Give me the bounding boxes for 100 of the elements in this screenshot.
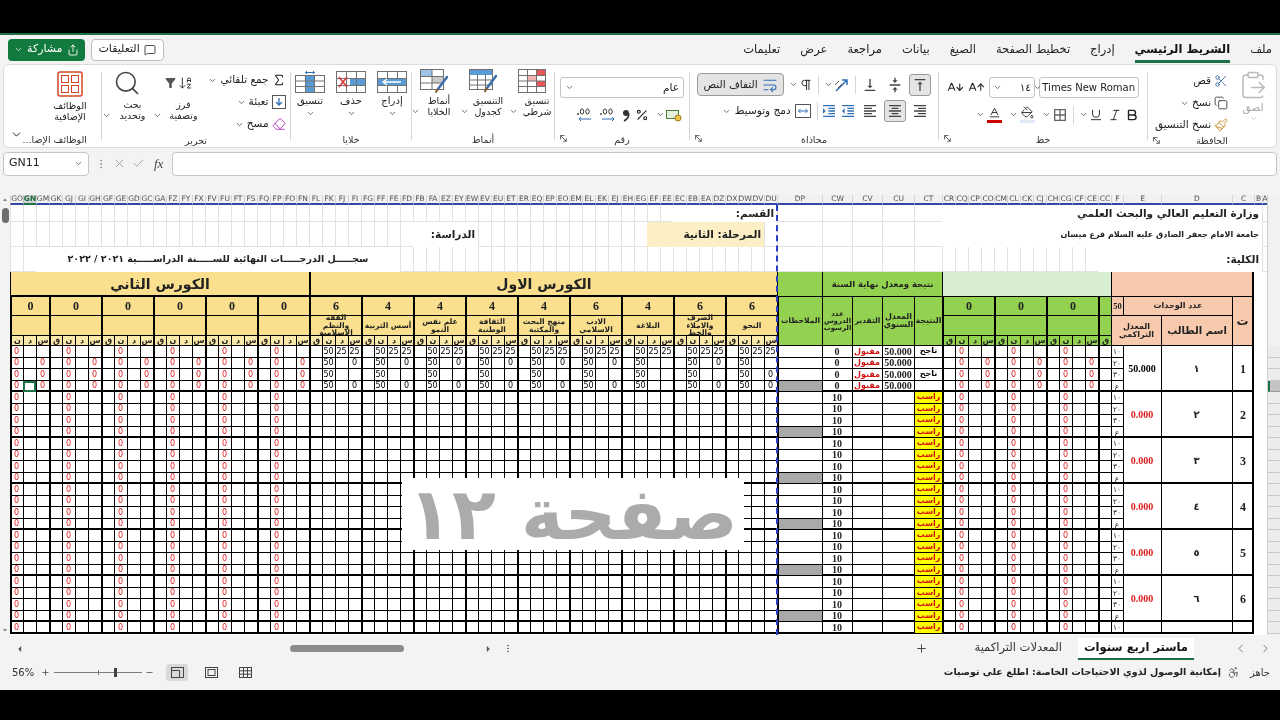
increase-decimal-icon[interactable] (599, 107, 617, 122)
ribbon-tab[interactable]: الصيغ (949, 39, 976, 63)
delete-cells-icon (336, 71, 366, 93)
table-cell-text: 0 (1087, 357, 1096, 369)
table-header: 0 (257, 297, 309, 316)
sheet-tab[interactable]: ماستر اربع سنوات (1077, 637, 1194, 660)
ribbon-tab[interactable]: عرض (800, 39, 828, 63)
caret-icon (305, 109, 315, 118)
comments-button[interactable]: التعليقات (90, 38, 164, 61)
vertical-align-button[interactable] (908, 73, 931, 96)
table-cell: 25 (452, 346, 465, 358)
indent-decrease-icon[interactable] (839, 103, 856, 119)
zoom-in-icon[interactable] (41, 668, 51, 677)
cells-button[interactable]: تنسيق (292, 69, 328, 118)
banknote-icon (666, 107, 682, 122)
table-cell-text: 0 (957, 426, 966, 438)
dialog-launcher-icon[interactable] (1153, 136, 1162, 146)
dialog-launcher-icon[interactable] (695, 135, 704, 144)
ribbon-tab[interactable]: تخطيط الصفحة (995, 39, 1071, 63)
zoom-slider[interactable] (54, 668, 143, 677)
table-cell-text: 0 (12, 415, 21, 427)
editing-large-button[interactable]: فرز وتصفية (155, 69, 202, 121)
table-cell: 50 (530, 346, 543, 358)
accessibility-icon[interactable] (1226, 666, 1240, 679)
table-cell: راسب (915, 438, 942, 449)
scrollbar-thumb[interactable] (290, 645, 404, 652)
cut-button[interactable]: قص (1152, 71, 1231, 91)
font-size-dropdown[interactable]: ١٤ (989, 77, 1035, 98)
merge-center-button[interactable]: دمج وتوسيط (718, 100, 814, 122)
table-cell: راسب (915, 415, 942, 426)
table-cell: 50 (582, 369, 595, 381)
formula-input[interactable] (172, 151, 1277, 176)
accessibility-link[interactable]: إمكانية الوصول لذوي الاحتياجات الخاصة: اطلع على توصيات (943, 665, 1221, 680)
table-header: د (283, 336, 296, 346)
styles-button[interactable]: تنسيق شرطي (510, 69, 554, 117)
italic-icon[interactable] (1108, 107, 1122, 122)
ribbon-tab[interactable]: ملف (1250, 39, 1272, 63)
table-cell-text: 0 (1061, 369, 1070, 381)
table-cell: راسب (915, 541, 942, 552)
bold-icon[interactable] (1125, 107, 1139, 122)
scrollbar-thumb[interactable] (1, 208, 9, 223)
table-cell-text: 0 (12, 380, 21, 392)
zoom-thumb[interactable] (114, 668, 118, 677)
wrap-text-button[interactable]: التفاف النص (697, 73, 784, 96)
view-button[interactable] (166, 664, 189, 681)
share-button[interactable]: مشاركة (8, 38, 85, 61)
editing-button[interactable]: مسح (206, 114, 288, 134)
decrease-decimal-icon[interactable] (576, 107, 594, 122)
table-cell-text: 0 (12, 610, 21, 622)
ribbon-tab[interactable]: بيانات (901, 39, 930, 63)
table-header: ن (955, 336, 968, 346)
cells-button[interactable]: حذف (333, 69, 369, 118)
table-cell: 25 (400, 346, 413, 358)
horizontal-align-button[interactable] (883, 100, 906, 122)
table-header: ن (270, 336, 283, 346)
table-cell-text: 0 (116, 484, 125, 496)
table-cell-text: 0 (1035, 369, 1044, 381)
editing-button[interactable]: تعبئة (206, 92, 288, 112)
table-cell-text: 0 (272, 518, 281, 530)
table-header: 4 (465, 297, 517, 316)
ribbon-tab[interactable]: تعليمات (743, 39, 781, 63)
table-cell: 50 (322, 357, 335, 369)
styles-button[interactable]: التنسيق كجدول (461, 69, 505, 117)
comma-style-icon[interactable] (622, 107, 630, 122)
sheet-tab[interactable]: المعدلات التراكمية (968, 637, 1068, 660)
styles-button[interactable]: أنماط الخلايا (412, 69, 456, 117)
cells-button[interactable]: إدراج (374, 69, 410, 118)
table-cell-text: 0 (957, 541, 966, 553)
table-header: س (608, 336, 621, 346)
number-format-dropdown[interactable]: عام (560, 77, 684, 98)
caret-icon (102, 111, 112, 120)
copy-button[interactable]: نسخ (1152, 93, 1231, 113)
table-cell-text: 0 (272, 403, 281, 415)
percent-icon[interactable] (635, 107, 649, 122)
table-cell-text: 0 (64, 599, 73, 611)
ribbon-tab[interactable]: إدراج (1090, 39, 1115, 63)
table-cell-text: 0 (1009, 403, 1018, 415)
ribbon-tab[interactable]: مراجعة (847, 39, 882, 63)
table-cell: 50 (634, 369, 647, 381)
table-cell-text: 0 (64, 346, 73, 358)
addins-button[interactable]: الوظائف الإضافية (42, 69, 98, 122)
dialog-launcher-icon[interactable] (944, 135, 953, 144)
editing-large-button[interactable]: بحث وتحديد (104, 69, 151, 121)
table-cell-text: 0 (64, 518, 73, 530)
table-header: 6 (569, 297, 621, 316)
table-cell-text: 0 (1061, 553, 1070, 565)
table-cell-text: 0 (64, 403, 73, 415)
check-icon[interactable] (132, 157, 145, 170)
dialog-launcher-icon[interactable] (560, 135, 569, 144)
editing-button[interactable]: جمع تلقائي (206, 70, 288, 90)
table-cell-text: 0 (220, 553, 229, 565)
insert-function-button[interactable]: fx (151, 153, 167, 174)
table-cell-text: 0 (64, 610, 73, 622)
table-header: الكورس الاول (309, 272, 777, 297)
name-box[interactable]: GN11 (3, 151, 89, 176)
format-painter-button[interactable]: نسخ التنسيق (1152, 115, 1231, 135)
label-text: القسم: (673, 205, 777, 222)
add-sheet-icon[interactable] (915, 642, 929, 655)
indent-increase-icon[interactable] (820, 103, 837, 119)
table-cell: 25 (608, 346, 621, 358)
